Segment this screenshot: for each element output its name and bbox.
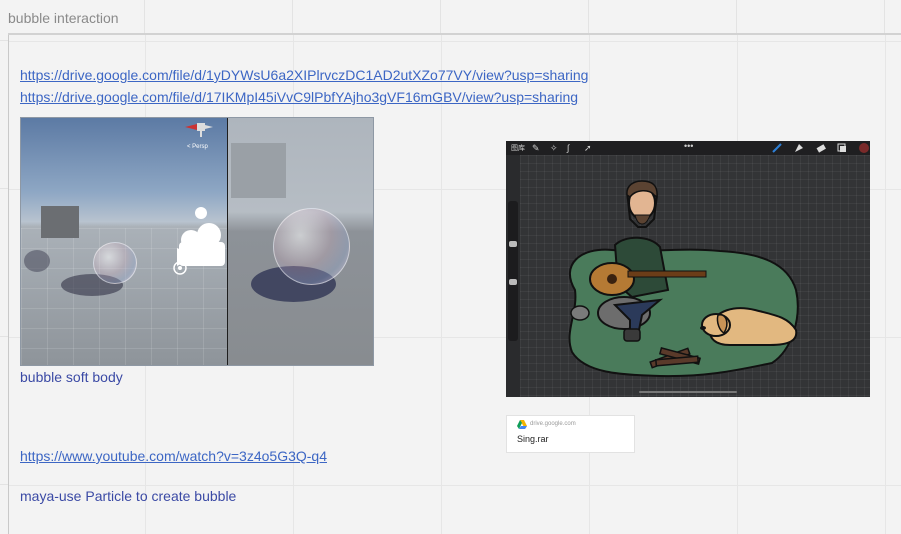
scene-orientation-icon[interactable] [181, 120, 215, 138]
color-swatch-icon[interactable] [858, 142, 870, 154]
opacity-slider[interactable] [509, 279, 517, 285]
procreate-canvas [520, 155, 870, 397]
procreate-sidebar[interactable] [508, 201, 518, 341]
brush-size-slider[interactable] [509, 241, 517, 247]
gallery-button[interactable]: 图库 [511, 143, 525, 153]
frame-border [8, 33, 901, 35]
musician-drawing [568, 180, 799, 378]
game-cube [231, 143, 286, 198]
procreate-drawing-screenshot[interactable]: 图库 ✎ ✧ ∫ ➚ ••• [506, 141, 870, 397]
drive-link-1[interactable]: https://drive.google.com/file/d/1yDYWsU6… [20, 67, 588, 83]
scene-cube [41, 206, 79, 238]
selection-icon[interactable]: ∫ [567, 143, 569, 153]
more-dots-icon[interactable]: ••• [684, 141, 693, 151]
drive-link-2[interactable]: https://drive.google.com/file/d/17IKMpI4… [20, 89, 578, 105]
procreate-toolbar: 图库 ✎ ✧ ∫ ➚ ••• [506, 141, 870, 155]
caption-bubble-soft-body: bubble soft body [20, 369, 123, 385]
eraser-icon[interactable] [816, 143, 826, 153]
bubble-right [273, 208, 350, 285]
frame-title[interactable]: bubble interaction [8, 10, 119, 26]
adjust-icon[interactable]: ✧ [550, 143, 558, 154]
brush-icon[interactable] [772, 143, 782, 153]
youtube-link[interactable]: https://www.youtube.com/watch?v=3z4o5G3Q… [20, 448, 327, 464]
audio-gizmo-icon [173, 261, 187, 275]
bubble-soft-body-screenshot[interactable]: < Persp [20, 117, 374, 366]
light-gizmo-icon [195, 207, 207, 219]
layers-icon[interactable] [837, 143, 847, 153]
wrench-icon[interactable]: ✎ [532, 143, 540, 154]
smudge-icon[interactable] [794, 143, 804, 153]
drive-file-card[interactable]: drive.google.com Sing.rar [506, 415, 635, 453]
home-indicator [639, 391, 737, 393]
maya-note: maya-use Particle to create bubble [20, 488, 237, 504]
card-domain: drive.google.com [530, 421, 576, 427]
card-filename: Sing.rar [517, 434, 549, 444]
google-drive-icon [517, 420, 527, 429]
transform-icon[interactable]: ➚ [584, 143, 592, 154]
bubble-shadow-small [24, 250, 50, 272]
persp-label[interactable]: < Persp [187, 144, 208, 150]
bubble-left [93, 242, 137, 284]
